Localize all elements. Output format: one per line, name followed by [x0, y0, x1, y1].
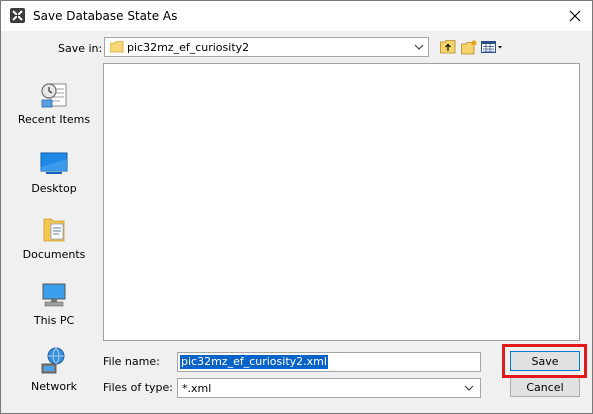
network-icon	[41, 347, 65, 374]
place-label: Documents	[22, 248, 86, 261]
place-documents[interactable]: Documents	[9, 213, 99, 273]
new-folder-button[interactable]	[460, 37, 478, 57]
chevron-down-icon[interactable]	[464, 382, 474, 394]
recent-items-icon	[41, 83, 67, 108]
save-dialog: Save Database State As Save in: pic32mz_…	[0, 0, 593, 414]
save-in-folder: pic32mz_ef_curiosity2	[127, 41, 250, 54]
view-menu-button[interactable]	[481, 37, 503, 57]
up-folder-icon	[440, 40, 456, 54]
details-view-icon	[481, 41, 502, 53]
up-one-level-button[interactable]	[439, 37, 457, 57]
desktop-icon	[40, 152, 68, 174]
folder-icon	[110, 41, 124, 53]
file-type-select[interactable]: *.xml	[177, 378, 481, 398]
file-list[interactable]	[103, 63, 580, 341]
place-label: Desktop	[31, 182, 77, 195]
file-name-value: pic32mz_ef_curiosity2.xml	[180, 355, 328, 369]
place-network[interactable]: Network	[9, 345, 99, 405]
window-title: Save Database State As	[33, 9, 178, 23]
place-label: This PC	[33, 314, 75, 327]
file-type-value: *.xml	[182, 382, 212, 395]
place-desktop[interactable]: Desktop	[9, 147, 99, 207]
cancel-button[interactable]: Cancel	[510, 377, 580, 397]
close-icon	[569, 10, 580, 22]
documents-icon	[43, 218, 65, 242]
file-name-input[interactable]: pic32mz_ef_curiosity2.xml	[177, 352, 481, 372]
place-label: Recent Items	[17, 113, 91, 126]
file-name-label: File name:	[103, 355, 160, 368]
place-label: Network	[31, 380, 77, 393]
save-in-label: Save in:	[58, 42, 103, 55]
save-in-combo[interactable]: pic32mz_ef_curiosity2	[104, 37, 429, 57]
chevron-down-icon[interactable]	[414, 41, 424, 53]
app-logo-icon	[10, 8, 25, 23]
place-this-pc[interactable]: This PC	[9, 279, 99, 339]
file-type-label: Files of type:	[103, 381, 174, 394]
place-recent-items[interactable]: Recent Items	[9, 78, 99, 138]
save-button[interactable]: Save	[510, 351, 580, 371]
new-folder-icon	[460, 39, 477, 54]
close-button[interactable]	[557, 1, 592, 31]
this-pc-icon	[42, 283, 66, 307]
places-bar: Recent Items Desktop Documents This PC N…	[1, 61, 101, 406]
title-bar: Save Database State As	[1, 1, 592, 31]
